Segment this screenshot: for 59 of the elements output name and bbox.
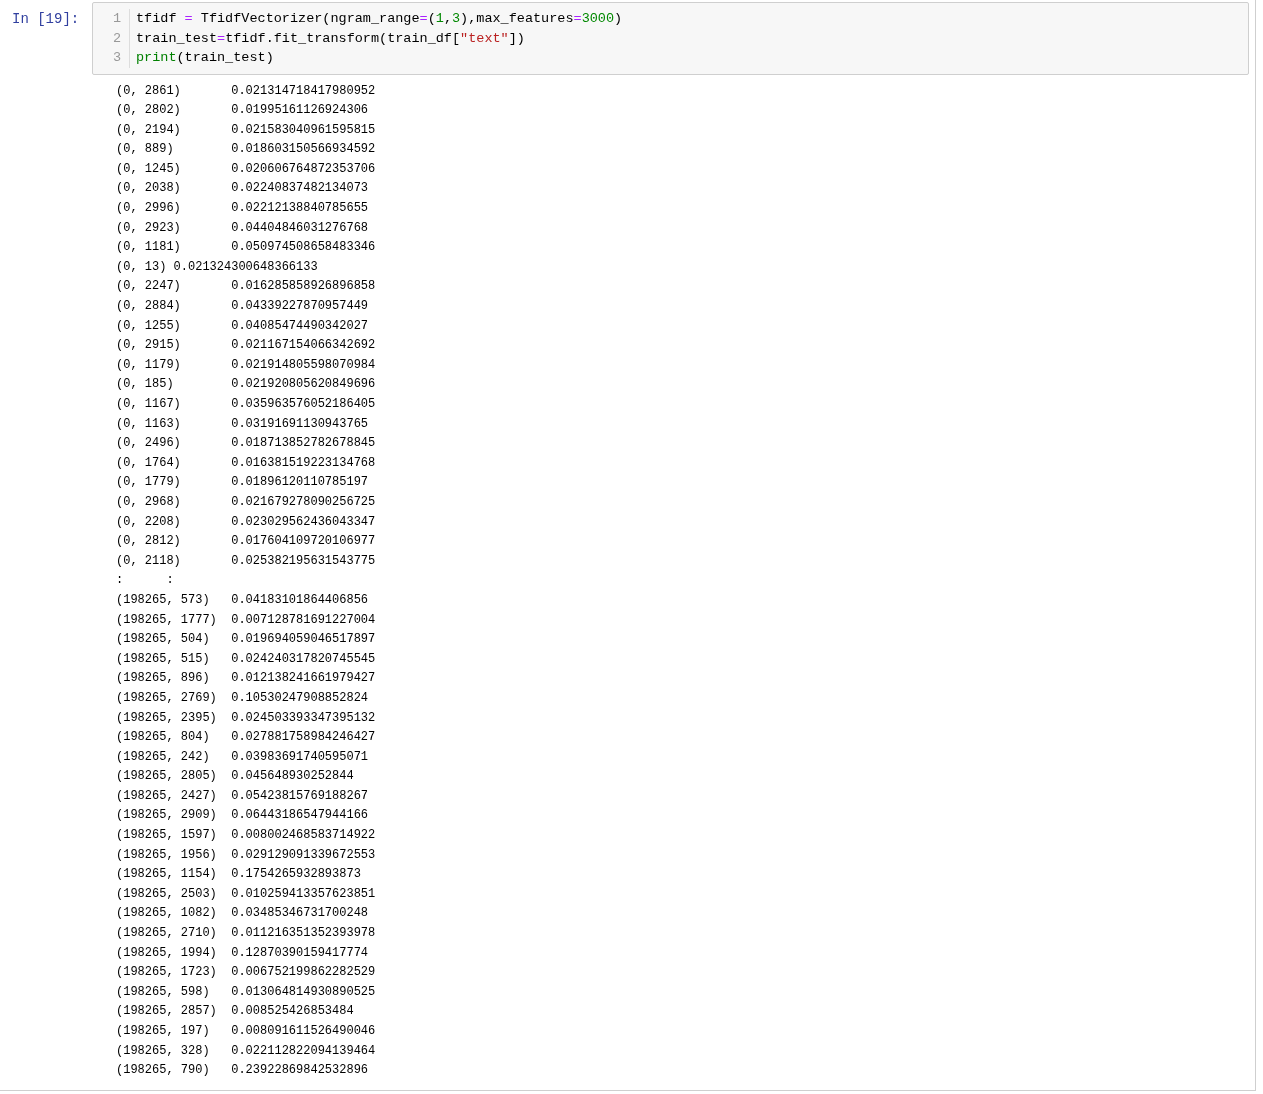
output-line: (198265, 242) 0.03983691740595071 [116, 748, 369, 766]
output-line: (0, 1163) 0.03191691130943765 [116, 415, 369, 433]
output-line: (0, 2496) 0.018713852782678845 [116, 435, 376, 453]
output-line: (0, 2996) 0.02212138840785655 [116, 200, 369, 218]
output-line: (198265, 598) 0.013064814930890525 [116, 983, 376, 1001]
output-line: (0, 2118) 0.025382195631543775 [116, 552, 376, 570]
output-line: (0, 1179) 0.021914805598070984 [116, 356, 376, 374]
output-line: (0, 2247) 0.016285858926896858 [116, 278, 376, 296]
output-line: (0, 1255) 0.04085474490342027 [116, 317, 369, 335]
output-line: (198265, 328) 0.022112822094139464 [116, 1042, 376, 1060]
output-line: (198265, 573) 0.04183101864406856 [116, 591, 369, 609]
output-line: (198265, 2710) 0.011216351352393978 [116, 925, 376, 943]
output-line: (0, 2194) 0.021583040961595815 [116, 121, 376, 139]
line-number: 3 [112, 49, 122, 67]
output-line: (0, 2884) 0.04339227870957449 [116, 298, 369, 316]
output-line: (198265, 2395) 0.024503393347395132 [116, 709, 376, 727]
output-line: (0, 2861) 0.021314718417980952 [116, 82, 376, 100]
code-editor[interactable]: 1 2 3 tfidf = TfidfVectorizer(ngram_range=(1,3),max_features=3000) train_test=tfidf.fit_transform(train_df["text"]) print(train_test) [92, 2, 1249, 75]
output-line: (198265, 2909) 0.06443186547944166 [116, 807, 369, 825]
output-line: (0, 1779) 0.01896120110785197 [116, 474, 369, 492]
output-line: (198265, 1777) 0.007128781691227004 [116, 611, 376, 629]
output-line: (0, 2812) 0.017604109720106977 [116, 533, 376, 551]
output-line: (0, 2923) 0.04404846031276768 [116, 219, 369, 237]
output-line: (0, 185) 0.021920805620849696 [116, 376, 376, 394]
output-line: (0, 1764) 0.016381519223134768 [116, 454, 376, 472]
code-line: print(train_test) [136, 49, 275, 67]
output-line: (198265, 790) 0.23922869842532896 [116, 1062, 369, 1080]
output-line: (198265, 1597) 0.008002468583714922 [116, 827, 376, 845]
output-line: (198265, 896) 0.012138241661979427 [116, 670, 376, 688]
output-line: (0, 2208) 0.023029562436043347 [116, 513, 376, 531]
output-line: (0, 1245) 0.020606764872353706 [116, 160, 376, 178]
output-line: (198265, 515) 0.024240317820745545 [116, 650, 376, 668]
output-line: (198265, 2805) 0.045648930252844 [116, 768, 354, 786]
output-line: (198265, 1082) 0.03485346731700248 [116, 905, 369, 923]
code-line: tfidf = TfidfVectorizer(ngram_range=(1,3),max_features=3000) [136, 10, 623, 28]
output-line: (0, 2038) 0.02240837482134073 [116, 180, 369, 198]
line-number: 1 [112, 10, 122, 28]
output-line: (0, 889) 0.018603150566934592 [116, 141, 376, 159]
output-line: : : [116, 572, 174, 590]
input-prompt: In [19]: [11, 10, 81, 29]
output-line: (198265, 2769) 0.10530247908852824 [116, 689, 369, 707]
output-line: (198265, 2503) 0.010259413357623851 [116, 885, 376, 903]
output-line: (198265, 1994) 0.12870390159417774 [116, 944, 369, 962]
output-line: (198265, 2427) 0.05423815769188267 [116, 787, 369, 805]
code-line: train_test=tfidf.fit_transform(train_df["text"]) [136, 29, 526, 48]
output-line: (198265, 1956) 0.029129091339672553 [116, 846, 376, 864]
output-line: (198265, 804) 0.027881758984246427 [116, 729, 376, 747]
output-line: (0, 1167) 0.035963576052186405 [116, 396, 376, 413]
output-line: (198265, 197) 0.008091611526490046 [116, 1023, 376, 1040]
output-line: (198265, 1154) 0.1754265932893873 [116, 866, 361, 884]
output-line: (0, 1181) 0.050974508658483346 [116, 239, 376, 257]
output-line: (198265, 2857) 0.008525426853484 [116, 1003, 354, 1021]
output-line: (0, 2968) 0.021679278090256725 [116, 493, 376, 511]
output-line: (198265, 1723) 0.006752199862282529 [116, 964, 376, 982]
line-number: 2 [112, 29, 122, 48]
output-line: (0, 2802) 0.01995161126924306 [116, 102, 369, 120]
output-line: (0, 13) 0.021324300648366133 [116, 258, 318, 276]
output-line: (198265, 504) 0.019694059046517897 [116, 631, 376, 649]
output-line: (0, 2915) 0.021167154066342692 [116, 337, 376, 355]
